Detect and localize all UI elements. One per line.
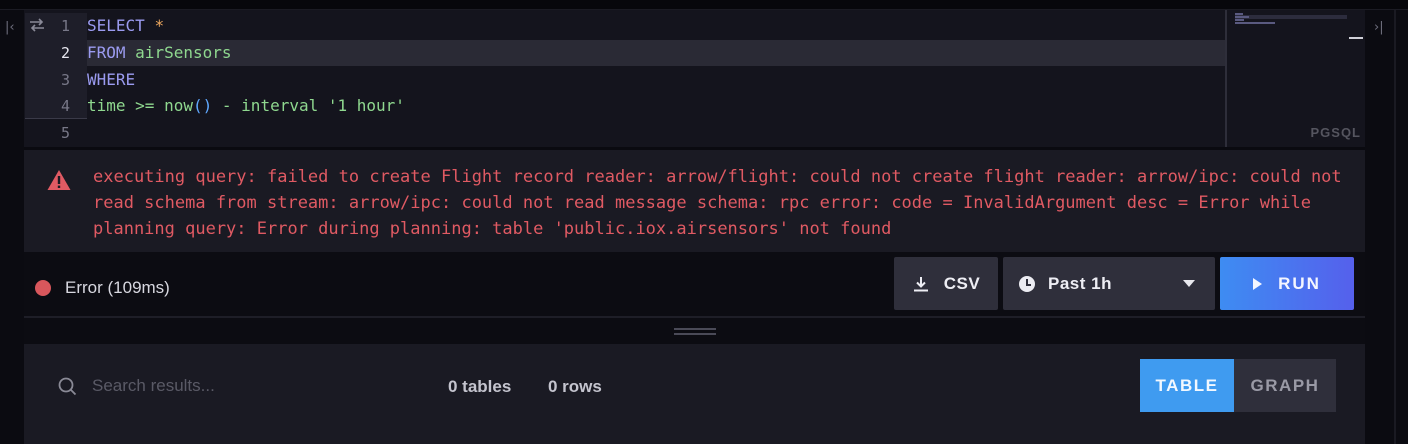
language-label: PGSQL [1310,125,1361,140]
code-token: WHERE [87,70,136,89]
status-text: Error (109ms) [65,278,170,297]
minimap-viewport [1235,15,1347,19]
results-panel: 0 tables 0 rows TABLE GRAPH [24,344,1365,444]
tables-count: 0 tables [448,377,512,396]
code-token: interval [241,96,319,115]
grip-line [674,333,716,335]
view-toggle: TABLE GRAPH [1140,359,1336,412]
code-token: - [221,96,232,115]
code-token: '1 hour' [327,96,405,115]
time-range-label: Past 1h [1048,273,1112,293]
code-line[interactable]: time >= now() - interval '1 hour' [87,96,405,116]
word-wrap-icon[interactable] [28,18,46,32]
code-token: airSensors [135,43,232,62]
line-number: 2 [60,44,70,62]
active-line-highlight [87,40,1225,66]
search-icon [58,377,77,396]
line-number: 1 [60,17,70,35]
line-number: 4 [60,97,70,115]
code-line[interactable]: WHERE [87,70,135,90]
minimap-line [1235,16,1249,18]
code-token: SELECT [87,16,145,35]
minimap[interactable]: PGSQL [1225,10,1365,147]
right-divider [1394,10,1396,444]
resize-handle[interactable] [24,318,1365,344]
code-token: () [192,96,213,115]
clock-icon [1019,275,1035,292]
download-csv-button[interactable]: CSV [894,257,998,310]
code-token: >= [135,96,155,115]
download-icon [913,276,928,291]
caret-down-icon [1183,280,1195,287]
left-sidebar: |‹ [0,10,24,444]
warning-icon [47,170,71,190]
play-icon [1253,277,1263,290]
code-token: time [87,96,126,115]
line-number: 5 [60,124,70,142]
run-button[interactable]: RUN [1220,257,1354,310]
minimap-line [1235,13,1243,15]
csv-label: CSV [943,273,981,293]
code-line[interactable]: SELECT * [87,16,164,36]
error-message: executing query: failed to create Flight… [93,167,1342,239]
error-panel: executing query: failed to create Flight… [24,147,1365,252]
minimap-line [1235,22,1275,24]
search-results-input[interactable] [92,373,432,399]
code-line[interactable]: FROM airSensors [87,43,232,63]
rows-count: 0 rows [548,377,602,396]
code-token: now [164,96,193,115]
table-view-button[interactable]: TABLE [1140,359,1234,412]
query-action-bar: Error (109ms) CSV Past 1h RUN [24,252,1365,318]
code-token: * [154,16,165,35]
expand-left-icon[interactable]: |‹ [5,20,15,35]
line-gutter: 1 2 3 4 5 [24,10,87,147]
grip-line [674,328,716,330]
minimap-line [1235,19,1244,21]
top-border [0,0,1408,10]
run-label: RUN [1278,273,1321,293]
query-editor[interactable]: 1 2 3 4 5 SELECT * FROM airSensors WHERE… [24,10,1365,147]
right-sidebar: ›| [1365,10,1408,444]
status-indicator [35,280,51,296]
graph-view-button[interactable]: GRAPH [1234,359,1336,412]
code-token: FROM [87,43,126,62]
expand-right-icon[interactable]: ›| [1374,20,1384,35]
minimap-cursor [1349,37,1363,39]
time-range-dropdown[interactable]: Past 1h [1003,257,1215,310]
line-number: 3 [60,71,70,89]
